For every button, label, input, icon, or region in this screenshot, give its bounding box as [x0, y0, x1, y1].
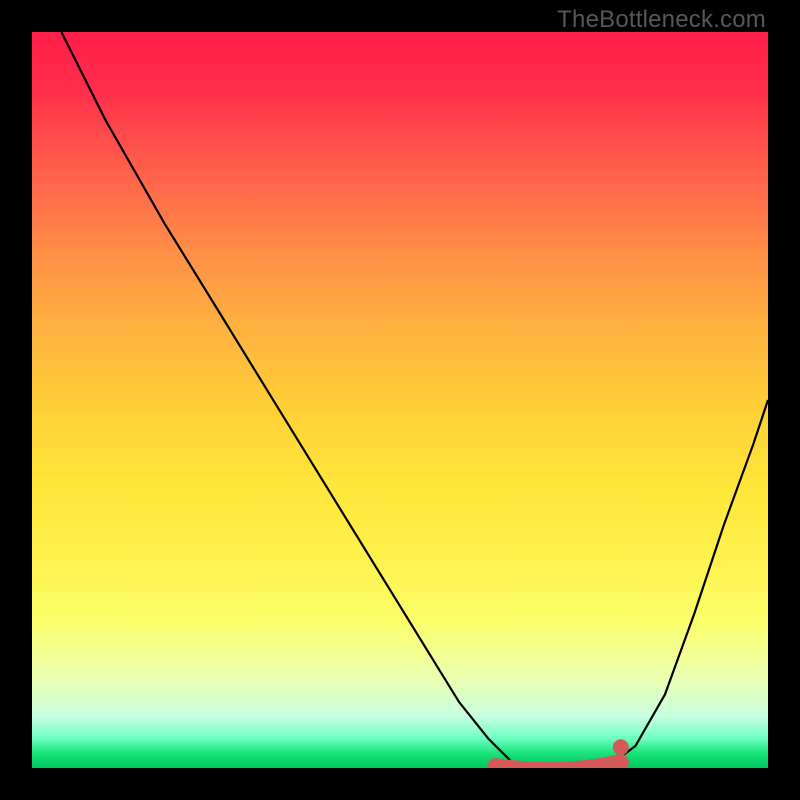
watermark-text: TheBottleneck.com	[557, 6, 766, 34]
chart-svg	[32, 32, 768, 768]
optimal-range-marker	[496, 762, 621, 768]
bottleneck-curve-line	[61, 32, 768, 768]
optimal-range-end-dot	[613, 739, 629, 755]
chart-frame: TheBottleneck.com	[0, 0, 800, 800]
plot-area	[32, 32, 768, 768]
